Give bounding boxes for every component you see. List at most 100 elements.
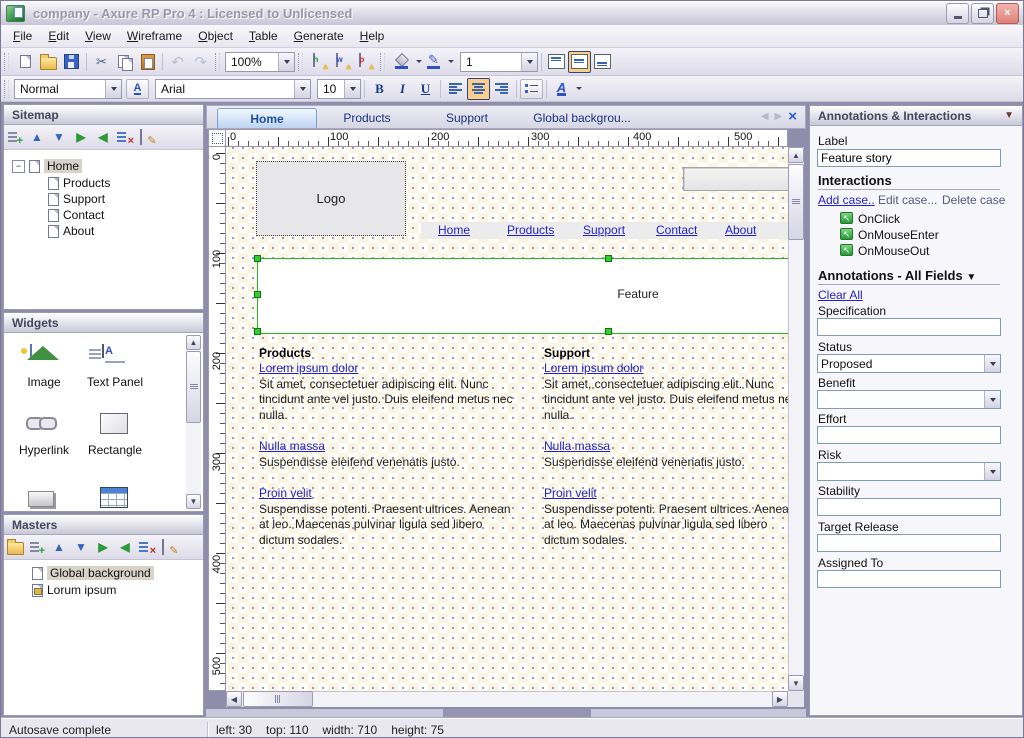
image-widget-icon[interactable] (30, 344, 32, 358)
menu-edit[interactable]: Edit (40, 26, 77, 46)
font-size-dropdown-button[interactable] (344, 80, 360, 98)
menu-generate[interactable]: Generate (286, 26, 352, 46)
indent-page-button[interactable]: ▶ (70, 128, 92, 146)
tab-products[interactable]: Products (317, 108, 417, 128)
rename-page-button[interactable]: ✎ (136, 128, 158, 146)
tab-scroll-right-icon[interactable]: ▶ (775, 111, 783, 122)
text-panel-widget-icon[interactable]: A (102, 344, 104, 358)
masters-header[interactable]: Masters (4, 515, 203, 535)
title-bar[interactable]: company - Axure RP Pro 4 : Licensed to U… (1, 1, 1023, 26)
target-release-input[interactable] (817, 534, 1001, 552)
tab-close-icon[interactable]: × (788, 108, 797, 125)
new-master-folder-button[interactable] (4, 538, 26, 556)
master-item-lorum-ipsum[interactable]: Lorum ipsum (32, 582, 116, 598)
selection-handle[interactable] (605, 255, 612, 262)
clear-all-link[interactable]: Clear All (818, 288, 863, 302)
minimize-button[interactable] (946, 3, 969, 24)
widget-label-hyperlink[interactable]: Hyperlink (8, 443, 80, 457)
align-center-button[interactable] (467, 78, 490, 100)
open-button[interactable] (37, 51, 60, 73)
sitemap-header[interactable]: Sitemap (4, 105, 203, 125)
fill-color-button[interactable] (390, 51, 413, 73)
specification-input[interactable] (817, 318, 1001, 336)
risk-select[interactable] (817, 462, 1001, 481)
zoom-combo[interactable]: 100% (225, 52, 295, 72)
toolbar-grip[interactable] (215, 53, 220, 71)
paste-button[interactable] (136, 51, 159, 73)
line-width-combo[interactable]: 1 (460, 52, 538, 72)
sitemap-node-label[interactable]: About (63, 224, 94, 238)
canvas-scroll-left-button[interactable]: ◀ (226, 691, 242, 707)
button-widget-icon[interactable] (28, 491, 54, 507)
canvas-hscroll-thumb[interactable] (243, 691, 313, 707)
nav-link-about[interactable]: About (725, 223, 756, 237)
tab-global-background[interactable]: Global backgrou... (517, 108, 647, 128)
selection-handle[interactable] (254, 328, 261, 335)
widget-label-text-panel[interactable]: Text Panel (80, 375, 150, 389)
font-color-button[interactable]: A (550, 78, 573, 100)
hyperlink-widget-icon[interactable] (26, 417, 57, 429)
master-item-global-background[interactable]: Global background (32, 565, 154, 581)
valign-top-button[interactable] (545, 51, 568, 73)
copy-button[interactable] (113, 51, 136, 73)
table-widget-icon[interactable] (100, 487, 128, 508)
label-input[interactable] (817, 149, 1001, 167)
undo-button[interactable]: ↶ (166, 51, 189, 73)
panel-menu-icon[interactable]: ▼ (1004, 110, 1014, 121)
menu-wireframe[interactable]: Wireframe (119, 26, 190, 46)
add-master-button[interactable]: + (26, 538, 48, 556)
add-case-link[interactable]: Add case.. (818, 193, 875, 207)
wf-link[interactable]: Proin velit (259, 486, 515, 502)
wf-link[interactable]: Nulla massa (544, 439, 788, 455)
wf-link[interactable]: Proin velit (544, 486, 788, 502)
delete-master-button[interactable]: × (136, 538, 158, 556)
event-onmouseout[interactable]: OnMouseOut (858, 244, 929, 258)
wf-link[interactable]: Lorem ipsum dolor (259, 361, 515, 377)
move-page-up-button[interactable]: ▲ (26, 128, 48, 146)
assigned-to-input[interactable] (817, 570, 1001, 588)
valign-bottom-button[interactable] (591, 51, 614, 73)
pane-hscroll-thumb[interactable] (443, 709, 591, 717)
sitemap-node-contact[interactable]: Contact (48, 207, 104, 223)
nav-link-contact[interactable]: Contact (656, 223, 697, 237)
outdent-master-button[interactable]: ◀ (114, 538, 136, 556)
event-onmouseenter[interactable]: OnMouseEnter (858, 228, 939, 242)
indent-master-button[interactable]: ▶ (92, 538, 114, 556)
selection-handle[interactable] (254, 255, 261, 262)
menu-file[interactable]: File (5, 26, 40, 46)
pane-hscroll-track[interactable] (206, 709, 806, 717)
move-master-down-button[interactable]: ▼ (70, 538, 92, 556)
underline-button[interactable]: U (414, 78, 437, 100)
delete-case-link[interactable]: Delete case (942, 193, 1005, 207)
products-column[interactable]: Products Lorem ipsum dolor Sit amet, con… (259, 346, 515, 564)
font-dropdown-button[interactable] (294, 80, 310, 98)
edit-styles-button[interactable]: A (126, 79, 149, 99)
font-color-dropdown[interactable] (576, 87, 582, 90)
generate-word-button[interactable]: w▲ (331, 51, 354, 73)
save-button[interactable] (60, 51, 83, 73)
font-size-combo[interactable]: 10 (317, 79, 361, 99)
redo-button[interactable]: ↷ (189, 51, 212, 73)
delete-page-button[interactable]: × (114, 128, 136, 146)
selection-handle[interactable] (254, 291, 261, 298)
nav-link-support[interactable]: Support (583, 223, 625, 237)
widget-label-rectangle[interactable]: Rectangle (78, 443, 152, 457)
menu-object[interactable]: Object (190, 26, 241, 46)
collapse-icon[interactable]: − (12, 160, 25, 173)
line-color-button[interactable]: ✎ (422, 51, 445, 73)
sitemap-node-label[interactable]: Support (63, 192, 105, 206)
effort-input[interactable] (817, 426, 1001, 444)
nav-link-products[interactable]: Products (507, 223, 554, 237)
add-page-button[interactable]: + (4, 128, 26, 146)
canvas-vscroll-thumb[interactable] (788, 164, 804, 240)
all-fields-dropdown-icon[interactable]: ▼ (966, 272, 976, 283)
all-fields-heading[interactable]: Annotations - All Fields ▼ (818, 268, 976, 283)
stability-input[interactable] (817, 498, 1001, 516)
new-button[interactable] (14, 51, 37, 73)
toolbar-grip[interactable] (380, 53, 385, 71)
move-page-down-button[interactable]: ▼ (48, 128, 70, 146)
event-onclick[interactable]: OnClick (858, 212, 900, 226)
widgets-scroll-up-button[interactable]: ▲ (186, 335, 201, 350)
menu-view[interactable]: View (77, 26, 119, 46)
toolbar-grip[interactable] (4, 53, 9, 71)
